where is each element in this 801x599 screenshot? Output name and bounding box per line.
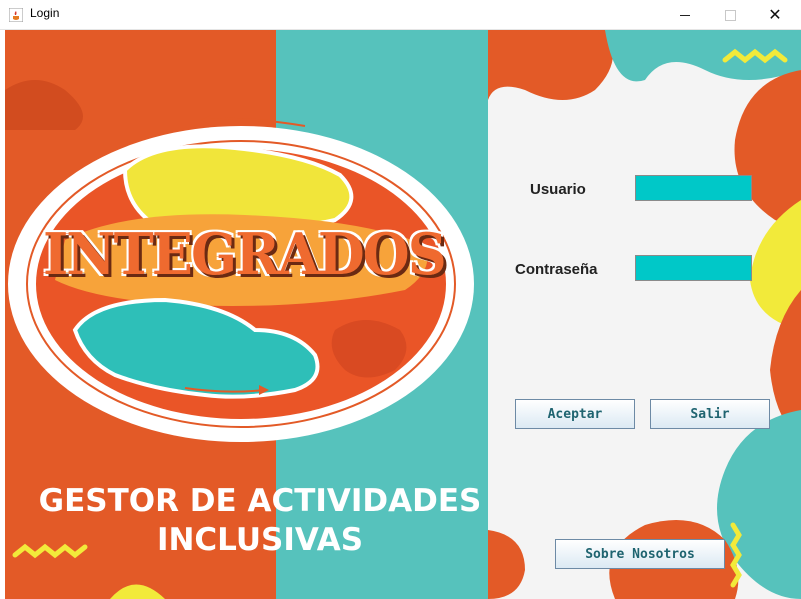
minimize-button[interactable] — [662, 0, 708, 30]
password-label: Contraseña — [515, 261, 598, 278]
accept-button[interactable]: Aceptar — [515, 399, 635, 429]
maximize-button[interactable] — [707, 0, 753, 30]
about-us-button[interactable]: Sobre Nosotros — [555, 539, 725, 569]
banner-line-1: GESTOR DE ACTIVIDADES — [38, 483, 482, 519]
username-label: Usuario — [530, 181, 586, 198]
banner-line-2: INCLUSIVAS — [156, 522, 364, 558]
login-panel: INTEGRADOS GESTOR DE ACTIVIDADES INCLUSI… — [5, 30, 801, 599]
window-title: Login — [30, 6, 60, 20]
minimize-icon — [680, 14, 690, 16]
login-window: Login ✕ INTEGRADOS GESTOR DE ACTIVIDADES… — [0, 0, 801, 599]
maximize-icon — [724, 9, 736, 21]
close-icon: ✕ — [768, 5, 782, 24]
exit-button[interactable]: Salir — [650, 399, 770, 429]
title-bar: Login ✕ — [0, 0, 801, 30]
username-field[interactable] — [635, 175, 752, 201]
logo-text: INTEGRADOS — [43, 220, 447, 288]
password-field[interactable] — [635, 255, 752, 281]
java-app-icon — [9, 8, 23, 22]
close-button[interactable]: ✕ — [752, 0, 798, 30]
app-banner-title: GESTOR DE ACTIVIDADES INCLUSIVAS — [25, 482, 495, 560]
